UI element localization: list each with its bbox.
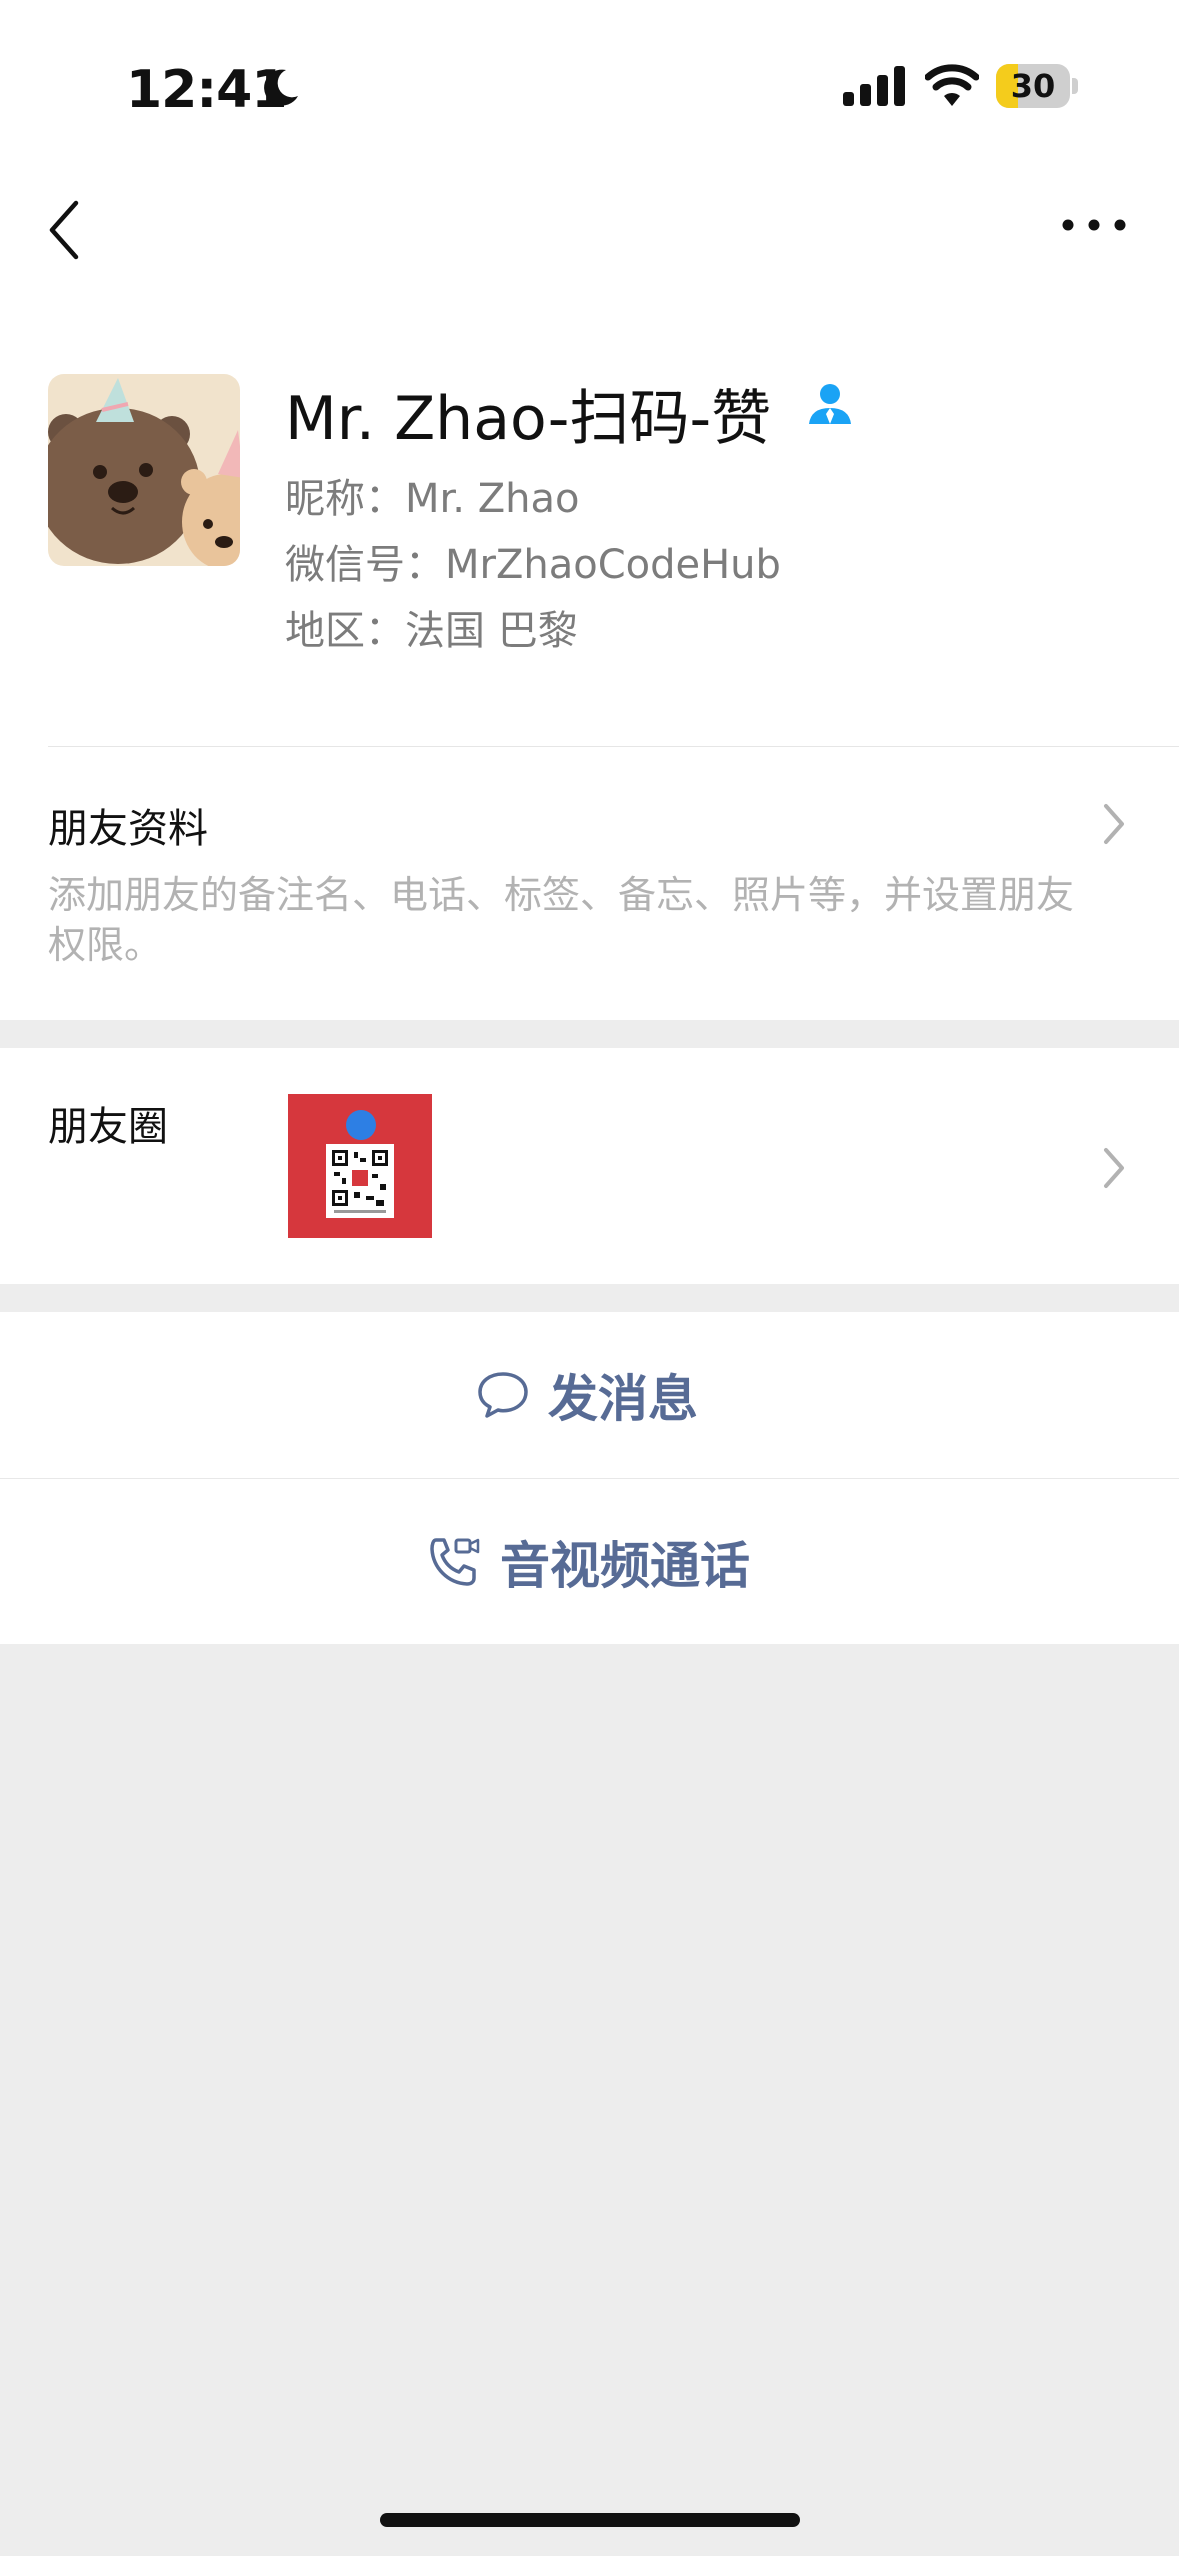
chevron-right-icon xyxy=(1104,804,1124,844)
send-message-label: 发消息 xyxy=(548,1370,698,1428)
moments-row[interactable]: 朋友圈 xyxy=(0,1048,1179,1284)
back-button[interactable] xyxy=(40,195,90,265)
chat-bubble-icon xyxy=(478,1372,528,1418)
profile-wechat-id: 微信号：MrZhaoCodeHub xyxy=(285,542,781,588)
moments-title: 朋友圈 xyxy=(48,1104,168,1150)
moon-icon xyxy=(264,69,298,106)
profile-region: 地区：法国 巴黎 xyxy=(285,608,578,654)
profile-nickname: 昵称：Mr. Zhao xyxy=(285,476,580,522)
friend-info-title: 朋友资料 xyxy=(48,806,208,852)
friend-info-description: 添加朋友的备注名、电话、标签、备忘、照片等，并设置朋友权限。 xyxy=(48,873,1075,967)
wifi-icon xyxy=(925,64,979,106)
video-call-button[interactable]: 音视频通话 xyxy=(0,1478,1179,1645)
video-call-label: 音视频通话 xyxy=(500,1537,750,1595)
profile-name: Mr. Zhao-扫码-赞 xyxy=(285,384,772,454)
actions-panel: 发消息 音视频通话 xyxy=(0,1312,1179,1644)
cellular-signal-icon xyxy=(843,66,905,106)
battery-level: 30 xyxy=(1010,67,1056,105)
moments-thumbnail[interactable] xyxy=(288,1094,432,1238)
send-message-button[interactable]: 发消息 xyxy=(0,1312,1179,1478)
battery-indicator: 30 xyxy=(996,64,1078,108)
divider xyxy=(48,746,1179,747)
avatar[interactable] xyxy=(48,374,240,566)
qr-code-image xyxy=(326,1144,394,1218)
alipay-badge-icon xyxy=(346,1110,376,1140)
home-indicator[interactable] xyxy=(380,2513,800,2527)
more-button[interactable] xyxy=(1060,205,1128,245)
phone-video-icon xyxy=(430,1538,480,1586)
contact-person-icon xyxy=(809,384,851,424)
chevron-right-icon xyxy=(1104,1148,1124,1188)
